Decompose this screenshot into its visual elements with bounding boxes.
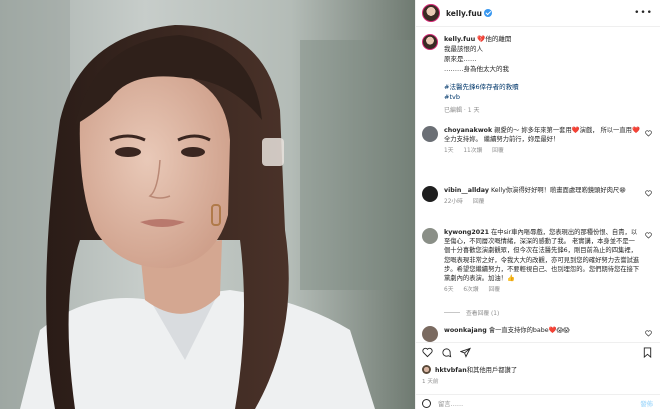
- reply-button[interactable]: 回覆: [492, 148, 504, 154]
- comment-likes[interactable]: 11次讚: [463, 148, 482, 154]
- caption-line: 💔他的離開: [477, 35, 512, 43]
- heart-icon[interactable]: [645, 130, 652, 137]
- comments-scroll-area[interactable]: kelly.fuu 💔他的離開 我最該恨的人 原來是…… ………身為他太大的我 …: [416, 28, 660, 342]
- comment-likes[interactable]: 6次讚: [463, 287, 478, 293]
- verified-icon: [484, 9, 493, 17]
- add-comment-bar: 留言…… 發佈: [416, 394, 660, 409]
- share-icon[interactable]: [460, 347, 471, 358]
- reply-button[interactable]: 回覆: [473, 199, 485, 205]
- commenter-avatar[interactable]: [422, 186, 438, 202]
- heart-icon[interactable]: [645, 190, 652, 197]
- comment-time: 22小時: [444, 199, 463, 206]
- caption-avatar[interactable]: [422, 34, 438, 50]
- liked-by[interactable]: hktvbfan和其他用戶都讚了: [422, 365, 517, 374]
- post-actions: hktvbfan和其他用戶都讚了 1 天前 留言…… 發佈: [416, 342, 660, 409]
- post-header: kelly.fuu •••: [416, 0, 660, 27]
- more-icon[interactable]: •••: [634, 8, 653, 18]
- comment-time: 6天: [444, 287, 454, 294]
- commenter-avatar[interactable]: [422, 126, 438, 142]
- heart-icon[interactable]: [422, 347, 433, 358]
- liker-avatar: [422, 365, 431, 374]
- caption-username[interactable]: kelly.fuu: [444, 35, 475, 43]
- reply-button[interactable]: 回覆: [488, 287, 500, 293]
- liker-username[interactable]: hktvbfan: [435, 367, 467, 374]
- commenter-avatar[interactable]: [422, 228, 438, 244]
- emoji-icon[interactable]: [422, 398, 431, 408]
- hashtag-link[interactable]: #法醫先鋒6倖存者的救贖: [444, 82, 649, 92]
- author-avatar[interactable]: [422, 4, 440, 22]
- comment-icon[interactable]: [441, 347, 452, 358]
- view-replies-label: 查看回覆 (1): [466, 311, 500, 317]
- post-sidebar: kelly.fuu ••• kelly.fuu 💔他的離開 我最該恨的人 原來是…: [415, 0, 660, 409]
- post-age: 1 天: [467, 107, 480, 114]
- comment-input[interactable]: 留言……: [438, 399, 463, 408]
- heart-icon[interactable]: [645, 330, 652, 337]
- heart-icon[interactable]: [645, 232, 652, 239]
- author-username[interactable]: kelly.fuu: [446, 9, 482, 18]
- hashtag-link[interactable]: #tvb: [444, 92, 649, 102]
- edited-label: 已編輯: [444, 107, 463, 114]
- comment-time: 1天: [444, 148, 454, 155]
- commenter-username[interactable]: woonkajang: [444, 327, 487, 334]
- post-timestamp: 1 天前: [422, 379, 439, 385]
- portrait-image: [0, 0, 415, 409]
- view-replies-button[interactable]: 查看回覆 (1): [444, 308, 499, 317]
- comment-text: Kelly你演得好好啊！啲畫面處理啲鏡頭好肉尺😁: [490, 187, 626, 194]
- bookmark-icon[interactable]: [642, 347, 653, 358]
- comment-text: 在中sir車內嘔辱戲，您表現出的那種份恨、自責，以至傷心，不同層次嘅情緒，深深的…: [444, 229, 640, 283]
- liked-by-rest: 和其他用戶都讚了: [466, 367, 518, 374]
- commenter-username[interactable]: vibin__allday: [444, 187, 489, 194]
- commenter-username[interactable]: choyanakwok: [444, 127, 492, 134]
- caption-line: ………身為他太大的我: [444, 65, 509, 73]
- commenter-avatar[interactable]: [422, 326, 438, 342]
- caption-line: 原來是……: [444, 55, 477, 63]
- post-photo: [0, 0, 415, 409]
- comment-text: 會一直支持你的babe❤️😱😱: [488, 327, 570, 334]
- post-comment-button[interactable]: 發佈: [640, 399, 653, 408]
- caption-line: 我最該恨的人: [444, 45, 483, 53]
- commenter-username[interactable]: kywong2021: [444, 229, 489, 236]
